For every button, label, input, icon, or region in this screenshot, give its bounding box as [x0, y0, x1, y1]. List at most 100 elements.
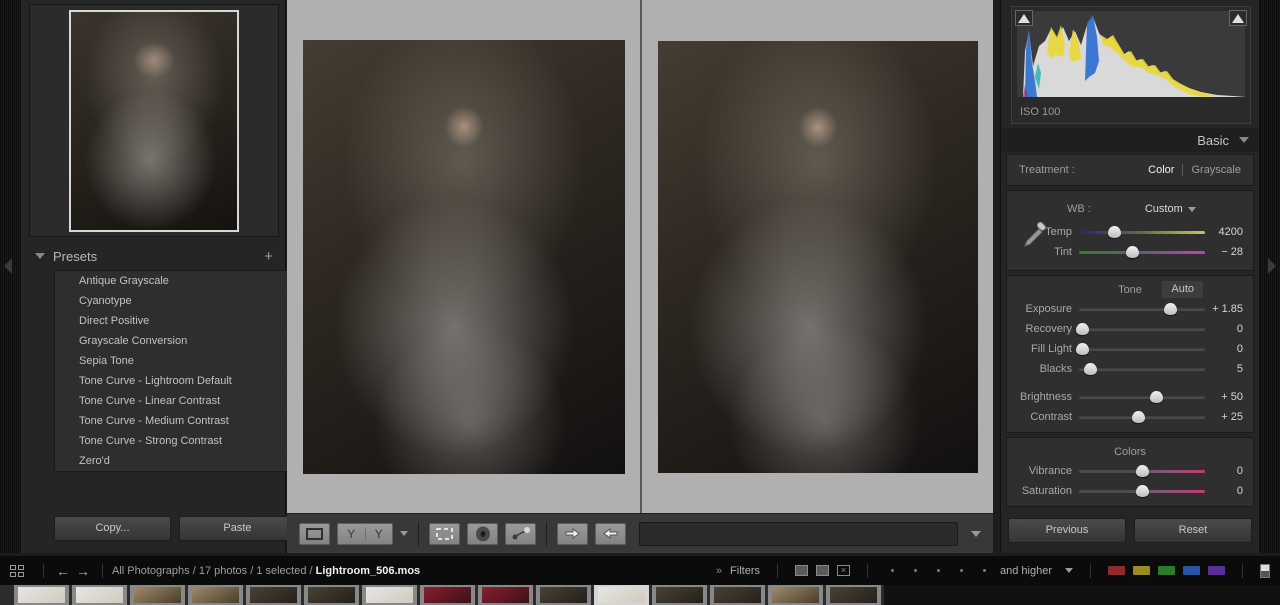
red-eye-icon[interactable]	[505, 522, 536, 545]
right-panel-edge[interactable]	[1260, 0, 1280, 553]
star-rating-2[interactable]	[914, 569, 917, 572]
slider-contrast[interactable]: Contrast + 25	[1013, 407, 1247, 427]
list-item[interactable]: Sepia Tone	[55, 351, 295, 371]
white-balance-selector-icon[interactable]	[1021, 219, 1051, 249]
copy-settings-icon[interactable]	[557, 522, 588, 545]
copy-button[interactable]: Copy...	[54, 516, 171, 541]
list-item[interactable]: Antique Grayscale	[55, 271, 295, 291]
toolbar-info-field[interactable]	[639, 521, 958, 546]
presets-list[interactable]: Antique Grayscale Cyanotype Direct Posit…	[54, 270, 296, 472]
list-item[interactable]: Tone Curve - Strong Contrast	[55, 431, 295, 451]
crop-overlay-icon[interactable]	[429, 522, 460, 545]
slider-blacks[interactable]: Blacks 5	[1013, 359, 1247, 379]
filmstrip-thumbnail[interactable]	[246, 585, 301, 605]
spot-removal-icon[interactable]	[467, 522, 498, 545]
slider-handle	[1136, 485, 1149, 497]
presets-header[interactable]: Presets +	[29, 243, 279, 269]
filmstrip-thumbnail[interactable]	[304, 585, 359, 605]
filmstrip-thumbnail[interactable]	[536, 585, 591, 605]
list-item[interactable]: Tone Curve - Lightroom Default	[55, 371, 295, 391]
chevron-down-icon[interactable]	[1187, 206, 1196, 212]
treatment-color-option[interactable]: Color	[1148, 164, 1174, 176]
after-image-pane[interactable]	[641, 0, 993, 513]
slider-vibrance[interactable]: Vibrance 0	[1013, 461, 1247, 481]
list-item[interactable]: Direct Positive	[55, 311, 295, 331]
filmstrip-thumbnail[interactable]	[14, 585, 69, 605]
left-panel-edge[interactable]	[0, 0, 20, 553]
star-rating-3[interactable]	[937, 569, 940, 572]
list-item[interactable]: Cyanotype	[55, 291, 295, 311]
chevron-down-icon[interactable]	[35, 253, 45, 259]
filmstrip-thumbnail[interactable]	[710, 585, 765, 605]
add-preset-button[interactable]: +	[264, 249, 273, 264]
forward-arrow-icon[interactable]: →	[76, 563, 90, 579]
navigator-panel[interactable]	[29, 4, 279, 237]
flag-picked-icon[interactable]	[795, 565, 808, 576]
breadcrumb-filename: Lightroom_506.mos	[315, 564, 421, 577]
filters-chevron-icon[interactable]: »	[716, 565, 722, 577]
paste-button[interactable]: Paste	[179, 516, 296, 541]
slider-value: 4200	[1218, 226, 1243, 238]
color-label-purple[interactable]	[1208, 566, 1225, 575]
flag-rejected-icon[interactable]: ×	[837, 565, 850, 576]
star-rating-1[interactable]	[891, 569, 894, 572]
filmstrip-thumbnail-selected[interactable]	[594, 585, 649, 605]
auto-tone-button[interactable]: Auto	[1162, 281, 1203, 298]
wb-value[interactable]: Custom	[1145, 203, 1183, 215]
paste-settings-icon[interactable]	[595, 522, 626, 545]
back-arrow-icon[interactable]: ←	[56, 563, 70, 579]
breadcrumb[interactable]: All Photographs / 17 photos / 1 selected…	[112, 565, 420, 577]
before-photo[interactable]	[302, 39, 625, 474]
loupe-view-icon[interactable]	[299, 522, 330, 545]
rating-comparison-label[interactable]: and higher	[1000, 565, 1052, 577]
slider-value: − 28	[1221, 246, 1243, 258]
treatment-grayscale-option[interactable]: Grayscale	[1191, 164, 1241, 176]
flag-unflagged-icon[interactable]	[816, 565, 829, 576]
basic-panel-header[interactable]: Basic	[1001, 128, 1259, 152]
color-label-green[interactable]	[1158, 566, 1175, 575]
star-rating-5[interactable]	[983, 569, 986, 572]
colors-header: Colors	[1013, 443, 1247, 461]
filters-label[interactable]: Filters	[730, 565, 760, 577]
filmstrip-thumbnail[interactable]	[130, 585, 185, 605]
chevron-down-icon[interactable]	[1065, 568, 1073, 573]
filmstrip[interactable]	[0, 585, 1280, 605]
color-label-red[interactable]	[1108, 566, 1125, 575]
filmstrip-thumbnail[interactable]	[362, 585, 417, 605]
after-photo[interactable]	[657, 40, 978, 473]
filmstrip-thumbnail[interactable]	[768, 585, 823, 605]
before-after-view-button[interactable]: Y Y	[337, 522, 393, 545]
histogram-panel[interactable]: ISO 100	[1011, 6, 1251, 124]
slider-exposure[interactable]: Exposure + 1.85	[1013, 299, 1247, 319]
slider-recovery[interactable]: Recovery 0	[1013, 319, 1247, 339]
navigator-thumbnail[interactable]	[69, 9, 239, 232]
filmstrip-thumbnail[interactable]	[420, 585, 475, 605]
reset-button[interactable]: Reset	[1134, 518, 1252, 543]
toolbar-options-chevron-icon[interactable]	[971, 530, 981, 537]
filmstrip-thumbnail[interactable]	[478, 585, 533, 605]
color-label-yellow[interactable]	[1133, 566, 1150, 575]
list-item[interactable]: Zero'd	[55, 451, 295, 471]
filmstrip-toggle-icon[interactable]	[1260, 563, 1270, 578]
list-item[interactable]: Tone Curve - Linear Contrast	[55, 391, 295, 411]
filmstrip-thumbnail[interactable]	[72, 585, 127, 605]
collapse-left-panel-icon[interactable]	[4, 258, 12, 274]
filmstrip-thumbnail[interactable]	[652, 585, 707, 605]
star-rating-4[interactable]	[960, 569, 963, 572]
slider-saturation[interactable]: Saturation 0	[1013, 481, 1247, 501]
color-label-blue[interactable]	[1183, 566, 1200, 575]
filmstrip-thumbnail[interactable]	[826, 585, 881, 605]
previous-button[interactable]: Previous	[1008, 518, 1126, 543]
chevron-down-icon[interactable]	[1239, 137, 1249, 143]
filmstrip-thumbnail[interactable]	[188, 585, 243, 605]
slider-brightness[interactable]: Brightness + 50	[1013, 387, 1247, 407]
grid-view-icon[interactable]	[10, 564, 24, 577]
list-item[interactable]: Tone Curve - Medium Contrast	[55, 411, 295, 431]
list-item[interactable]: Grayscale Conversion	[55, 331, 295, 351]
collapse-right-panel-icon[interactable]	[1268, 258, 1276, 274]
highlight-clipping-icon[interactable]	[1229, 10, 1247, 26]
shadow-clipping-icon[interactable]	[1015, 10, 1033, 26]
chevron-down-icon[interactable]	[400, 531, 408, 536]
slider-fill-light[interactable]: Fill Light 0	[1013, 339, 1247, 359]
before-image-pane[interactable]	[287, 0, 640, 513]
